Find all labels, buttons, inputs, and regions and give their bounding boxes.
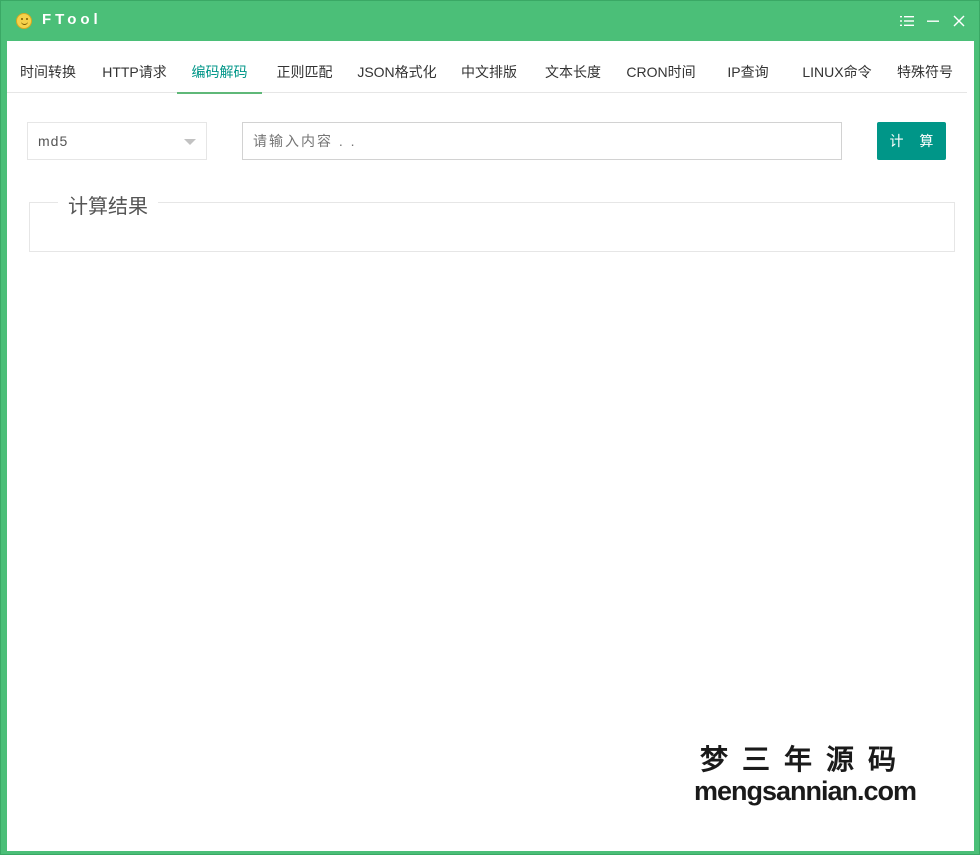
tab-encode-decode[interactable]: 编码解码 (177, 56, 262, 94)
watermark-en-text: mengsannian.com (693, 776, 917, 806)
tab-bar: 时间转换 HTTP请求 编码解码 正则匹配 JSON格式化 中文排版 文本长度 … (7, 56, 967, 94)
tab-text-length[interactable]: 文本长度 (531, 56, 615, 93)
window-controls (899, 11, 967, 31)
tab-http-request[interactable]: HTTP请求 (92, 56, 177, 93)
watermark-logo: 梦三年源码 mengsannian.com (685, 743, 925, 805)
chevron-down-icon (184, 139, 196, 145)
tab-ip-lookup[interactable]: IP查询 (707, 56, 789, 93)
smiley-app-icon (16, 13, 32, 29)
tab-special-symbols[interactable]: 特殊符号 (885, 56, 965, 93)
tab-linux-command[interactable]: LINUX命令 (789, 56, 885, 93)
result-fieldset: 计算结果 (29, 190, 955, 252)
app-window: FTool 时间转换 HTTP请求 编码解码 正则匹配 JSON格式化 中文排版… (0, 0, 980, 855)
result-legend: 计算结果 (58, 190, 158, 219)
close-icon[interactable] (951, 11, 967, 31)
title-bar[interactable]: FTool (1, 1, 979, 41)
tab-cron-time[interactable]: CRON时间 (615, 56, 707, 93)
minimize-icon[interactable] (925, 11, 941, 31)
menu-icon[interactable] (899, 11, 915, 31)
tab-chinese-typeset[interactable]: 中文排版 (447, 56, 531, 93)
algorithm-select-value: md5 (38, 133, 69, 149)
tab-json-format[interactable]: JSON格式化 (347, 56, 447, 93)
app-title: FTool (42, 11, 102, 28)
watermark-cn-text: 梦三年源码 (699, 743, 910, 776)
content-input[interactable] (242, 122, 842, 160)
tab-regex-match[interactable]: 正则匹配 (262, 56, 347, 93)
calculate-button[interactable]: 计 算 (877, 122, 946, 160)
tab-time-convert[interactable]: 时间转换 (7, 56, 89, 93)
main-content: 时间转换 HTTP请求 编码解码 正则匹配 JSON格式化 中文排版 文本长度 … (7, 41, 974, 851)
algorithm-select[interactable]: md5 (27, 122, 207, 160)
